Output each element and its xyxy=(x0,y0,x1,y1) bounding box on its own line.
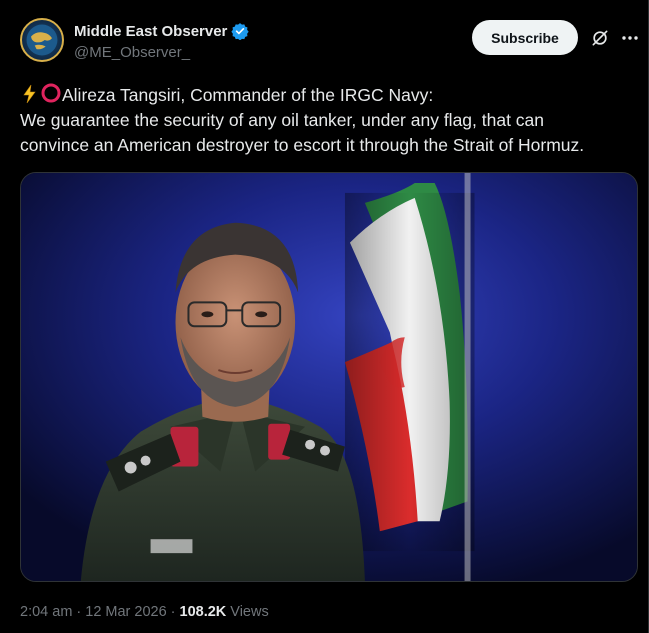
tweet-text-line-3: convince an American destroyer to escort… xyxy=(20,135,585,155)
tweet-meta: 2:04 am · 12 Mar 2026 · 108.2K Views xyxy=(20,604,269,620)
avatar[interactable] xyxy=(20,18,64,62)
tweet-text-line-2: We guarantee the security of any oil tan… xyxy=(20,110,545,130)
tweet-text-line-1: Alireza Tangsiri, Commander of the IRGC … xyxy=(20,82,632,108)
red-circle-emoji-icon xyxy=(41,83,61,103)
grok-icon[interactable] xyxy=(590,28,610,48)
meta-separator-2: · xyxy=(170,604,176,620)
globe-logo-icon xyxy=(26,24,58,56)
views-count: 108.2K xyxy=(179,604,227,620)
tweet: Middle East Observer @ME_Observer_ Subsc… xyxy=(0,0,649,633)
tweet-text: Alireza Tangsiri, Commander of the IRGC … xyxy=(20,82,632,158)
views-label: Views xyxy=(230,604,269,620)
lightning-emoji-icon xyxy=(23,84,36,104)
tweet-time[interactable]: 2:04 am xyxy=(20,604,72,620)
verified-badge-icon xyxy=(231,23,250,40)
more-icon[interactable] xyxy=(620,28,640,48)
photo-commander-with-flag xyxy=(21,173,637,581)
tweet-media-image[interactable] xyxy=(20,172,638,582)
author-handle[interactable]: @ME_Observer_ xyxy=(74,44,190,61)
tweet-date[interactable]: 12 Mar 2026 xyxy=(85,604,166,620)
tweet-text-line-1-content: Alireza Tangsiri, Commander of the IRGC … xyxy=(62,85,434,105)
author-name-row: Middle East Observer xyxy=(74,22,250,40)
subscribe-button[interactable]: Subscribe xyxy=(472,20,578,55)
author-display-name[interactable]: Middle East Observer xyxy=(74,23,227,40)
meta-separator: · xyxy=(76,604,82,620)
